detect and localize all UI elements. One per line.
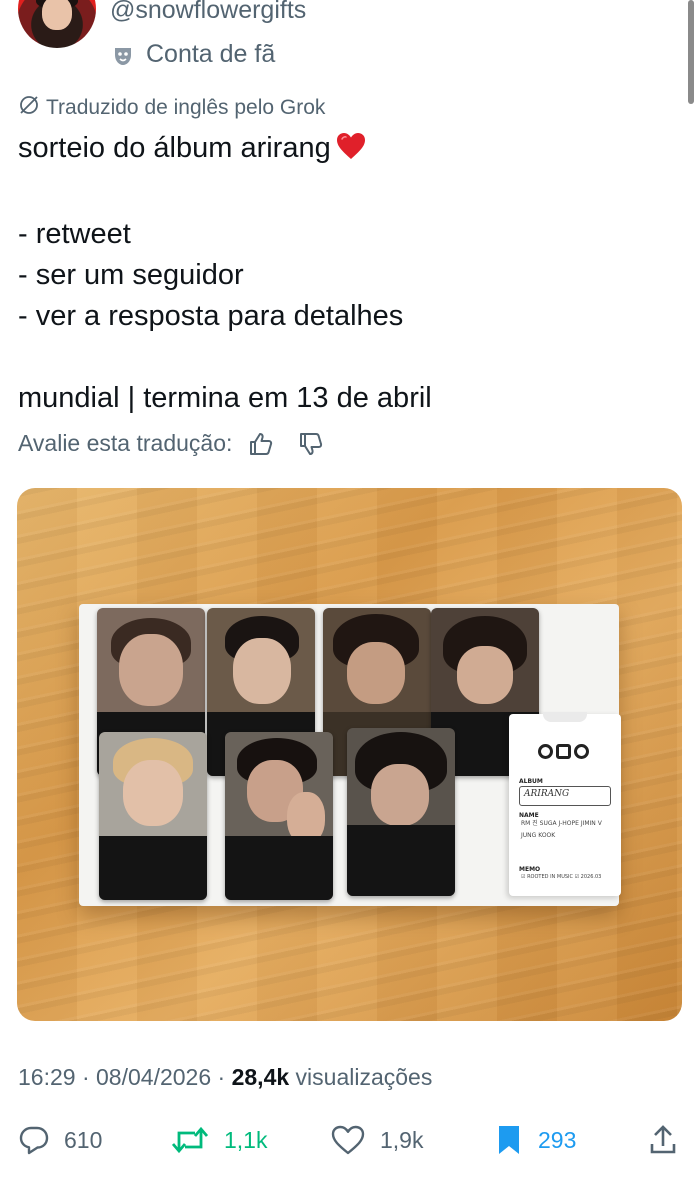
tweet-header: @snowflowergifts Conta de fã [0,0,698,104]
tweet-actions: 610 1,1k 1,9k 293 [0,1118,698,1162]
album-member-card: ALBUM ARIRANG NAME RM 진 SUGA J-HOPE JIMI… [509,712,621,896]
bookmark-icon [499,1126,519,1154]
like-count: 1,9k [380,1126,424,1153]
thumbs-up-icon[interactable] [248,431,274,457]
tweet-line-4: - ver a resposta para detalhes [18,300,404,332]
retweet-button[interactable]: 1,1k [170,1118,267,1162]
heart-emoji-icon [335,131,367,173]
album-value: ARIRANG [519,786,611,806]
mask-icon [112,43,134,65]
tweet-time[interactable]: 16:29 [18,1064,76,1090]
tweet-line-2: - retweet [18,218,131,250]
like-button[interactable]: 1,9k [330,1118,423,1162]
photocard [225,732,333,900]
retweet-count: 1,1k [224,1126,268,1153]
photocard [99,732,207,900]
rate-label: Avalie esta tradução: [18,430,233,456]
bookmark-button[interactable]: 293 [494,1118,576,1162]
memo-text: ☑ ROOTED IN MUSIC ☑ 2026.03 [521,874,602,880]
photocard [347,728,455,896]
reply-count: 610 [64,1126,103,1153]
tweet-line-3: - ser um seguidor [18,259,244,291]
reply-icon [19,1126,49,1155]
tweet-line-1: sorteio do álbum arirang [18,132,331,164]
memo-label: MEMO [519,866,541,873]
album-logo-icon [538,744,589,759]
thumbs-down-icon[interactable] [298,431,324,457]
tweet-photo[interactable]: ALBUM ARIRANG NAME RM 진 SUGA J-HOPE JIMI… [17,488,682,1021]
fan-label-text: Conta de fã [146,40,276,68]
share-button[interactable] [648,1118,692,1162]
scrollbar[interactable] [688,0,694,104]
member-names: RM 진 SUGA J-HOPE JIMIN V JUNG KOOK [521,820,602,839]
reply-button[interactable]: 610 [18,1118,102,1162]
fan-account-label: Conta de fã [112,38,275,70]
bookmark-count: 293 [538,1126,577,1153]
share-icon [650,1125,676,1154]
grok-icon [18,94,46,122]
tweet-line-5: mundial | termina em 13 de abril [18,382,432,414]
translation-notice-text: Traduzido de inglês pelo Grok [46,96,326,119]
photocard-board: ALBUM ARIRANG NAME RM 진 SUGA J-HOPE JIMI… [79,604,621,906]
translation-notice: Traduzido de inglês pelo Grok [18,94,325,122]
tweet-text: sorteio do álbum arirang - retweet - ser… [18,128,432,419]
views-label: visualizações [295,1064,433,1090]
avatar[interactable] [18,0,96,48]
album-label: ALBUM [519,778,543,785]
views-count: 28,4k [231,1064,290,1090]
tweet-date[interactable]: 08/04/2026 [96,1064,211,1090]
tweet-meta: 16:29 · 08/04/2026 · 28,4k visualizações [18,1064,433,1090]
author-handle[interactable]: @snowflowergifts [110,0,306,26]
rate-translation: Avalie esta tradução: [18,430,324,457]
retweet-icon [171,1126,209,1154]
like-icon [331,1125,365,1155]
